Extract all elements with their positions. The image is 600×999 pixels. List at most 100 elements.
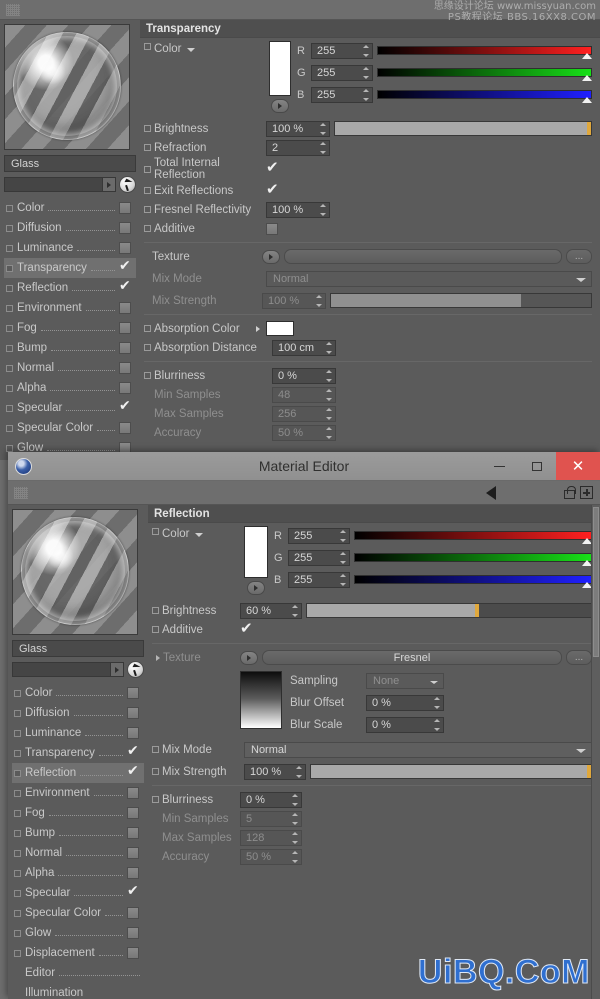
brightness-slider-top[interactable] bbox=[334, 121, 592, 136]
channel-row-illumination[interactable]: Illumination bbox=[12, 983, 144, 999]
channel-toggle-square-icon[interactable] bbox=[14, 829, 21, 837]
channel-checkbox[interactable] bbox=[119, 398, 131, 414]
blur-offset-input[interactable]: 0 % bbox=[366, 694, 444, 711]
channel-toggle-square-icon[interactable] bbox=[6, 264, 13, 272]
param-toggle-square-icon[interactable] bbox=[144, 372, 151, 379]
spinner-icon[interactable] bbox=[362, 44, 369, 57]
texture-field-bottom[interactable]: Fresnel bbox=[262, 650, 562, 665]
param-toggle-square-icon[interactable] bbox=[152, 528, 159, 535]
r-slider-top[interactable] bbox=[377, 46, 592, 59]
spinner-icon[interactable] bbox=[339, 551, 346, 564]
color-expand-button-top[interactable] bbox=[271, 99, 289, 113]
max-samples-input-bottom[interactable]: 128 bbox=[240, 829, 302, 846]
grip-dots-icon[interactable] bbox=[6, 3, 20, 16]
channel-toggle-square-icon[interactable] bbox=[14, 809, 21, 817]
additive-checkbox-top[interactable] bbox=[266, 222, 278, 235]
accuracy-input-bottom[interactable]: 50 % bbox=[240, 848, 302, 865]
channel-row-reflection[interactable]: Reflection bbox=[12, 763, 144, 783]
slider-knob-icon[interactable] bbox=[582, 97, 592, 103]
spinner-icon[interactable] bbox=[295, 765, 302, 778]
channel-checkbox[interactable] bbox=[119, 202, 131, 214]
search-dropdown-button-top[interactable] bbox=[102, 178, 115, 191]
channel-checkbox[interactable] bbox=[119, 342, 131, 354]
param-toggle-square-icon[interactable] bbox=[144, 206, 151, 213]
mix-mode-select-bottom[interactable]: Normal bbox=[244, 741, 592, 758]
b-slider-bottom[interactable] bbox=[354, 575, 592, 588]
back-arrow-icon[interactable] bbox=[486, 485, 496, 500]
spinner-icon[interactable] bbox=[339, 529, 346, 542]
chevron-right-icon[interactable] bbox=[256, 325, 260, 332]
min-samples-input-top[interactable]: 48 bbox=[272, 386, 336, 403]
absorption-distance-input[interactable]: 100 cm bbox=[272, 339, 336, 356]
search-input-top[interactable] bbox=[4, 177, 116, 192]
channel-row-editor[interactable]: Editor bbox=[12, 963, 144, 983]
channel-toggle-square-icon[interactable] bbox=[14, 769, 21, 777]
r-input-bottom[interactable]: 255 bbox=[288, 527, 350, 544]
chevron-down-icon[interactable] bbox=[195, 533, 204, 537]
channel-row-diffusion[interactable]: Diffusion bbox=[4, 218, 136, 238]
param-toggle-square-icon[interactable] bbox=[144, 144, 151, 151]
spinner-icon[interactable] bbox=[433, 696, 440, 709]
chevron-down-icon[interactable] bbox=[187, 48, 196, 52]
channel-toggle-square-icon[interactable] bbox=[6, 404, 13, 412]
r-input-top[interactable]: 255 bbox=[311, 42, 373, 59]
blurriness-input-bottom[interactable]: 0 % bbox=[240, 791, 302, 808]
b-input-top[interactable]: 255 bbox=[311, 86, 373, 103]
channel-row-alpha[interactable]: Alpha bbox=[12, 863, 144, 883]
spinner-icon[interactable] bbox=[362, 88, 369, 101]
channel-toggle-square-icon[interactable] bbox=[14, 929, 21, 937]
channel-checkbox[interactable] bbox=[119, 242, 131, 254]
material-preview-top[interactable] bbox=[4, 24, 130, 150]
texture-browse-button-top[interactable]: ... bbox=[566, 249, 592, 264]
channel-checkbox[interactable] bbox=[127, 847, 139, 859]
mix-strength-input-top[interactable]: 100 % bbox=[262, 292, 326, 309]
channel-row-fog[interactable]: Fog bbox=[4, 318, 136, 338]
texture-expand-button-top[interactable] bbox=[262, 249, 280, 264]
param-toggle-square-icon[interactable] bbox=[144, 43, 151, 50]
max-samples-input-top[interactable]: 256 bbox=[272, 405, 336, 422]
param-toggle-square-icon[interactable] bbox=[152, 796, 159, 803]
channel-row-alpha[interactable]: Alpha bbox=[4, 378, 136, 398]
channel-toggle-square-icon[interactable] bbox=[14, 849, 21, 857]
channel-toggle-square-icon[interactable] bbox=[14, 709, 21, 717]
grip-dots-icon[interactable] bbox=[14, 486, 28, 499]
spinner-icon[interactable] bbox=[325, 369, 332, 382]
spinner-icon[interactable] bbox=[291, 850, 298, 863]
b-input-bottom[interactable]: 255 bbox=[288, 571, 350, 588]
channel-checkbox[interactable] bbox=[119, 222, 131, 234]
channel-checkbox[interactable] bbox=[119, 422, 131, 434]
channel-checkbox[interactable] bbox=[119, 322, 131, 334]
channel-row-transparency[interactable]: Transparency bbox=[12, 743, 144, 763]
channel-row-displacement[interactable]: Displacement bbox=[12, 943, 144, 963]
material-name-field-top[interactable]: Glass bbox=[4, 155, 136, 172]
channel-row-color[interactable]: Color bbox=[4, 198, 136, 218]
channel-toggle-square-icon[interactable] bbox=[6, 364, 13, 372]
g-slider-bottom[interactable] bbox=[354, 553, 592, 566]
blur-scale-input[interactable]: 0 % bbox=[366, 716, 444, 733]
g-input-top[interactable]: 255 bbox=[311, 64, 373, 81]
param-toggle-square-icon[interactable] bbox=[144, 325, 151, 332]
texture-thumbnail[interactable] bbox=[240, 671, 282, 729]
channel-toggle-square-icon[interactable] bbox=[6, 344, 13, 352]
channel-row-reflection[interactable]: Reflection bbox=[4, 278, 136, 298]
channel-row-specular-color[interactable]: Specular Color bbox=[12, 903, 144, 923]
accuracy-input-top[interactable]: 50 % bbox=[272, 424, 336, 441]
plus-icon[interactable] bbox=[580, 486, 593, 499]
channel-row-normal[interactable]: Normal bbox=[12, 843, 144, 863]
channel-checkbox[interactable] bbox=[127, 807, 139, 819]
channel-row-specular[interactable]: Specular bbox=[4, 398, 136, 418]
channel-checkbox[interactable] bbox=[127, 883, 139, 899]
param-toggle-square-icon[interactable] bbox=[152, 607, 159, 614]
spinner-icon[interactable] bbox=[325, 407, 332, 420]
channel-row-transparency[interactable]: Transparency bbox=[4, 258, 136, 278]
channel-checkbox[interactable] bbox=[127, 867, 139, 879]
spinner-icon[interactable] bbox=[315, 294, 322, 307]
channel-row-specular-color[interactable]: Specular Color bbox=[4, 418, 136, 438]
pick-cursor-icon-bottom[interactable] bbox=[127, 661, 144, 678]
search-input-bottom[interactable] bbox=[12, 662, 124, 677]
window-titlebar[interactable]: Material Editor ✕ bbox=[8, 452, 600, 481]
channel-row-fog[interactable]: Fog bbox=[12, 803, 144, 823]
brightness-input-bottom[interactable]: 60 % bbox=[240, 602, 302, 619]
additive-checkbox-bottom[interactable] bbox=[240, 619, 254, 637]
channel-toggle-square-icon[interactable] bbox=[14, 749, 21, 757]
